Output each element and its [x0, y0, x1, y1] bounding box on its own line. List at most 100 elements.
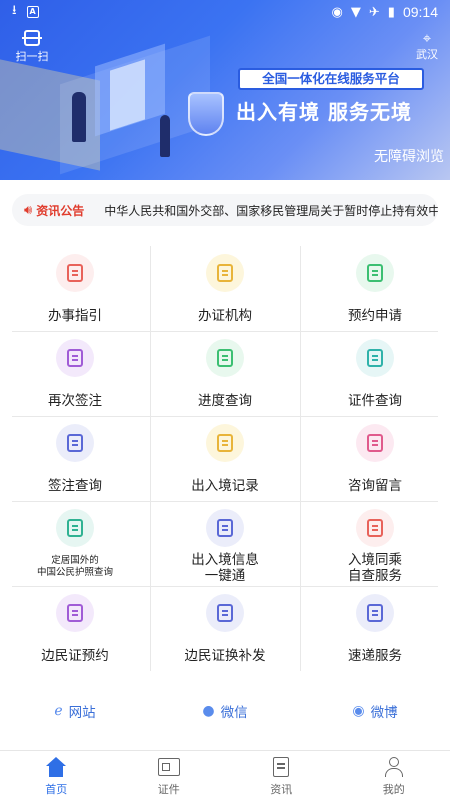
service-item[interactable]: 办证机构 — [150, 246, 300, 331]
link-label: 微信 — [220, 705, 248, 721]
shield-icon — [188, 92, 224, 136]
banner-illustration-window — [110, 59, 145, 131]
status-bar: ⭳ A ◉ ▼ ✈ ▮ 09:14 — [0, 0, 450, 24]
re-endorse-icon — [56, 339, 94, 377]
service-label: 办事指引 — [48, 308, 102, 324]
download-icon: ⭳ — [12, 3, 17, 18]
service-item[interactable]: 预约申请 — [300, 246, 450, 331]
link-website[interactable]: ℯ 网站 — [0, 698, 150, 724]
service-label: 预约申请 — [348, 308, 402, 324]
service-item[interactable]: 边民证预约 — [0, 586, 150, 671]
service-label: 边民证预约 — [41, 648, 109, 664]
notice-bar[interactable]: 🔊︎ 资讯公告 中华人民共和国外交部、国家移民管理局关于暂时停止持有效中 — [12, 194, 438, 226]
service-label: 证件查询 — [348, 393, 402, 409]
tab-profile[interactable]: 我的 — [338, 751, 450, 800]
news-icon — [270, 757, 292, 777]
service-item[interactable]: 出入境信息 一键通 — [150, 501, 300, 586]
service-item[interactable]: 出入境记录 — [150, 416, 300, 501]
service-grid: 办事指引 办证机构 预约申请再次签注 进度查询 证件查询签注查询 出入境记录 咨询留言定居国… — [0, 246, 450, 671]
passenger-check-icon — [356, 509, 394, 547]
guide-icon — [56, 254, 94, 292]
bottom-tab-bar: 首页 证件 资讯 我的 — [0, 750, 450, 800]
service-item[interactable]: 签注查询 — [0, 416, 150, 501]
service-item[interactable]: 进度查询 — [150, 331, 300, 416]
endorse-query-icon — [56, 424, 94, 462]
wifi-icon: ▼ — [350, 4, 361, 20]
service-row: 定居国外的 中国公民护照查询 出入境信息 一键通 入境同乘 自查服务 — [0, 501, 450, 586]
tab-label: 资讯 — [270, 783, 293, 796]
location-button[interactable]: ⌖ 武汉 — [416, 30, 438, 62]
service-label-line: 入境同乘 — [348, 552, 402, 568]
location-icon: ◉ — [331, 4, 343, 20]
service-label: 边民证换补发 — [184, 648, 266, 664]
banner-illustration-person — [160, 115, 170, 157]
service-label: 进度查询 — [198, 393, 252, 409]
platform-tag: 全国一体化在线服务平台 — [238, 68, 424, 90]
service-label-line: 中国公民护照查询 — [36, 567, 113, 578]
app-notification-icon: A — [26, 6, 39, 18]
building-icon — [206, 254, 244, 292]
service-label: 再次签注 — [48, 393, 102, 409]
info-click-icon — [206, 509, 244, 547]
link-weibo[interactable]: ◉ 微博 — [300, 698, 450, 724]
weibo-icon: ◉ — [352, 703, 365, 719]
speaker-icon: 🔊︎ — [24, 202, 33, 218]
service-item[interactable]: 速递服务 — [300, 586, 450, 671]
tab-label: 证件 — [157, 783, 180, 796]
external-links: ℯ 网站 ● 微信 ◉ 微博 — [0, 698, 450, 724]
tab-news[interactable]: 资讯 — [225, 751, 338, 800]
service-label: 定居国外的 中国公民护照查询 — [0, 555, 150, 579]
map-pin-icon: ⌖ — [422, 29, 432, 47]
service-label: 出入境信息 一键通 — [150, 552, 300, 584]
service-label: 办证机构 — [198, 308, 252, 324]
service-row: 边民证预约 边民证换补发 速递服务 — [0, 586, 450, 671]
service-row: 办事指引 办证机构 预约申请 — [0, 246, 450, 331]
banner-slogan: 出入有境 服务无境 — [236, 100, 412, 124]
service-item[interactable]: 边民证换补发 — [150, 586, 300, 671]
appointment-icon — [356, 254, 394, 292]
scan-label: 扫一扫 — [15, 50, 49, 63]
tab-home[interactable]: 首页 — [0, 751, 113, 800]
wechat-icon: ● — [202, 703, 215, 719]
airplane-icon: ✈ — [368, 4, 380, 20]
accessibility-button[interactable]: 无障碍浏览 — [374, 146, 444, 166]
battery-icon: ▮ — [387, 4, 395, 20]
banner-illustration-person — [72, 92, 86, 142]
link-label: 微博 — [370, 705, 398, 721]
city-label: 武汉 — [416, 48, 438, 61]
record-icon — [206, 424, 244, 462]
service-row: 再次签注 进度查询 证件查询 — [0, 331, 450, 416]
link-label: 网站 — [68, 705, 96, 721]
delivery-icon — [356, 594, 394, 632]
home-icon — [45, 757, 67, 777]
service-label: 出入境记录 — [191, 478, 259, 494]
service-label: 咨询留言 — [348, 478, 402, 494]
notice-tag: 资讯公告 — [36, 203, 85, 218]
profile-icon — [383, 757, 405, 777]
service-item[interactable]: 办事指引 — [0, 246, 150, 331]
service-label-line: 定居国外的 — [51, 555, 99, 566]
border-card-icon — [56, 594, 94, 632]
service-row: 签注查询 出入境记录 咨询留言 — [0, 416, 450, 501]
service-label-line: 一键通 — [204, 568, 246, 584]
tab-documents[interactable]: 证件 — [113, 751, 226, 800]
consult-icon — [356, 424, 394, 462]
passport-icon — [56, 509, 94, 547]
progress-icon — [206, 339, 244, 377]
service-item[interactable]: 入境同乘 自查服务 — [300, 501, 450, 586]
service-label: 速递服务 — [348, 648, 402, 664]
service-item[interactable]: 证件查询 — [300, 331, 450, 416]
service-item[interactable]: 定居国外的 中国公民护照查询 — [0, 501, 150, 586]
border-reissue-icon — [206, 594, 244, 632]
tab-label: 我的 — [382, 783, 405, 796]
link-wechat[interactable]: ● 微信 — [150, 698, 300, 724]
notice-text[interactable]: 中华人民共和国外交部、国家移民管理局关于暂时停止持有效中 — [104, 202, 438, 219]
service-item[interactable]: 再次签注 — [0, 331, 150, 416]
service-item[interactable]: 咨询留言 — [300, 416, 450, 501]
tab-label: 首页 — [45, 783, 68, 796]
card-icon — [157, 757, 180, 777]
service-label: 入境同乘 自查服务 — [300, 552, 450, 584]
scan-button[interactable]: 扫一扫 — [12, 30, 52, 64]
id-card-icon — [356, 339, 394, 377]
service-label-line: 出入境信息 — [191, 552, 259, 568]
